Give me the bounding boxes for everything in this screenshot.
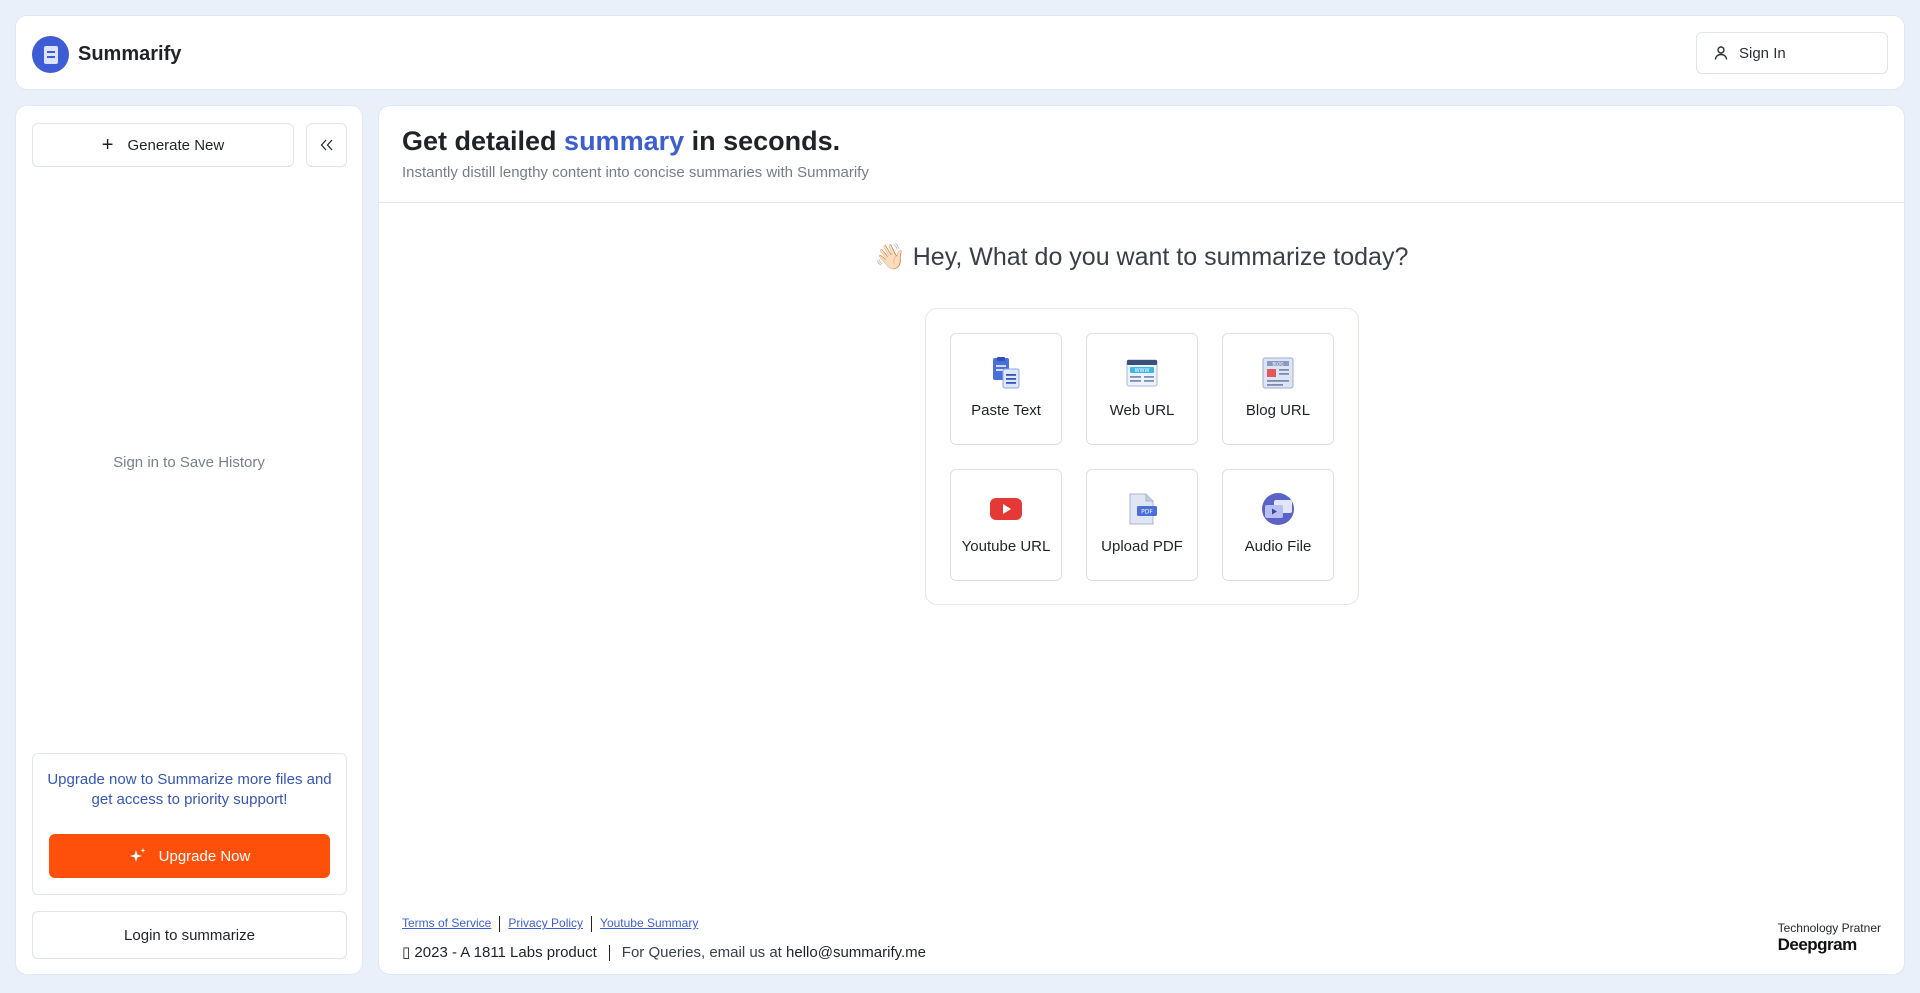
login-button[interactable]: Login to summarize [32,911,347,959]
youtube-icon [990,498,1022,520]
sidebar: + Generate New Sign in to Save History U… [15,105,363,975]
app-name: Summarify [78,43,182,65]
queries-text: For Queries, email us at [621,944,787,961]
web-url-icon: WWW [1126,359,1158,387]
page-title: Get detailed summary in seconds. [402,126,840,157]
main-header: Get detailed summary in seconds. Instant… [379,106,1904,203]
divider [499,916,501,932]
privacy-link[interactable]: Privacy Policy [508,916,583,930]
option-label: Youtube URL [961,538,1051,555]
history-placeholder: Sign in to Save History [113,454,265,471]
option-label: Audio File [1244,538,1312,555]
user-icon [1714,46,1728,60]
upgrade-text: Upgrade now to Summarize more files and … [47,771,332,808]
pdf-icon: PDF [1129,493,1157,525]
blog-url-icon: BLOG [1262,357,1294,389]
youtube-url-option[interactable]: Youtube URL [950,469,1062,581]
wave-icon: 👋🏻 [874,243,906,271]
top-header: Summarify Sign In [15,15,1905,90]
page-subtitle: Instantly distill lengthy content into c… [402,164,869,181]
paste-text-option[interactable]: Paste Text [950,333,1062,445]
partner-label: Technology Pratner [1777,921,1881,935]
technology-partner[interactable]: Technology Pratner Deepgram [1778,921,1881,955]
plus-icon: + [101,134,114,156]
svg-text:BLOG: BLOG [1272,361,1283,366]
title-accent-word: summary [564,126,685,156]
audio-file-icon [1262,493,1294,525]
copyright-text: ▯ 2023 - A 1811 Labs product [402,944,597,961]
greeting-text: Hey, What do you want to summarize today… [912,243,1409,271]
footer-links: Terms of Service Privacy Policy Youtube Su… [402,916,698,932]
greeting: 👋🏻 Hey, What do you want to summarize to… [379,243,1904,272]
brand[interactable]: Summarify [32,36,181,73]
sparkle-icon [129,848,146,862]
paste-text-icon [993,357,1020,389]
option-label: Upload PDF [1101,538,1183,555]
blog-url-option[interactable]: BLOG Blog URL [1222,333,1334,445]
terms-link[interactable]: Terms of Service [402,916,491,930]
divider [591,916,593,932]
logo-icon [32,36,69,73]
sign-in-button[interactable]: Sign In [1696,32,1888,74]
svg-text:PDF: PDF [1141,509,1153,516]
title-text-end: in seconds. [684,126,841,156]
youtube-summary-link[interactable]: Youtube Summary [600,916,698,930]
main-panel: Get detailed summary in seconds. Instant… [378,105,1905,975]
option-label: Web URL [1109,402,1175,419]
sign-in-label: Sign In [1739,44,1786,62]
upgrade-now-label: Upgrade Now [158,847,251,865]
generate-new-button[interactable]: + Generate New [32,123,294,167]
footer-copyright: ▯ 2023 - A 1811 Labs product For Queries,… [402,943,926,962]
option-label: Paste Text [971,402,1041,419]
option-label: Blog URL [1245,402,1311,419]
generate-new-label: Generate New [127,136,225,154]
upgrade-now-button[interactable]: Upgrade Now [49,834,330,878]
contact-email[interactable]: hello@summarify.me [786,944,926,961]
web-url-option[interactable]: WWW Web URL [1086,333,1198,445]
upload-pdf-option[interactable]: PDF Upload PDF [1086,469,1198,581]
deepgram-logo: Deepgram [1777,935,1858,954]
audio-file-option[interactable]: Audio File [1222,469,1334,581]
source-options-panel: Paste Text WWW Web URL BLOG Blog URL You… [925,308,1359,605]
collapse-sidebar-button[interactable] [306,123,347,167]
double-chevron-left-icon [320,139,332,151]
title-text-start: Get detailed [402,126,565,156]
divider [608,945,610,962]
svg-text:WWW: WWW [1135,368,1150,374]
upgrade-card: Upgrade now to Summarize more files and … [32,753,347,895]
